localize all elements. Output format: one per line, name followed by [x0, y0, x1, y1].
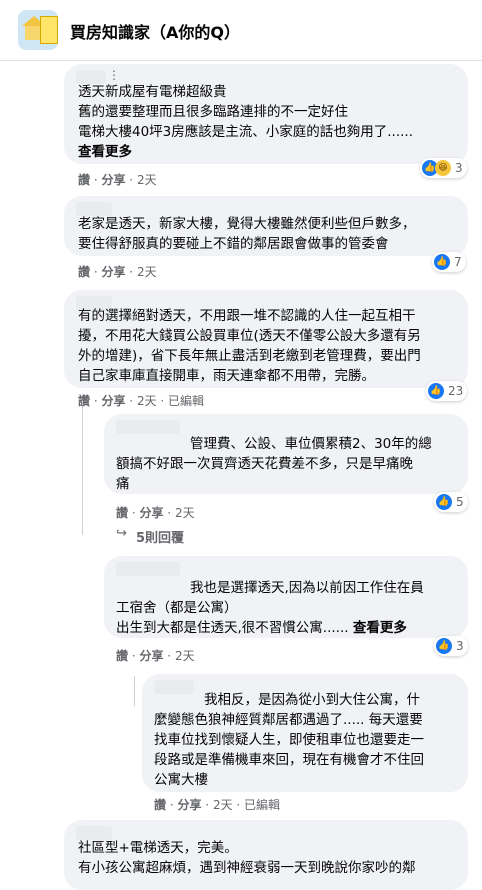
comment-time[interactable]: 2天 [137, 394, 157, 408]
reply-line: 出生到大都是住透天,很不習慣公寓...... 查看更多 [116, 618, 407, 638]
comment-actions: 讚 · 分享 · 2天 · 已編輯 [78, 394, 205, 408]
comment-time[interactable]: 2天 [137, 265, 157, 279]
sign-icon [40, 16, 58, 44]
reply-line: 段路或是準備機車來回，現在有機會才不住回 [154, 752, 424, 768]
reply-line: 痛 [116, 476, 130, 492]
share-button[interactable]: 分享 [139, 506, 163, 520]
comment-line: 老家是透天，新家大樓，覺得大樓雖然便利些但戶數多， [78, 216, 416, 232]
comment-line: 外的增建)，省下長年無止盡活到老繳到老管理費，要出門 [78, 348, 421, 364]
reaction-summary[interactable]: 👍 23 [426, 381, 468, 401]
comment-line: 自己家車庫直接開車，雨天連傘都不用帶，完勝。 [78, 368, 375, 384]
reaction-summary[interactable]: 👍 3 [434, 636, 468, 656]
like-reaction-icon: 👍 [434, 254, 450, 270]
reaction-count: 7 [454, 255, 462, 269]
reaction-count: 3 [455, 161, 463, 175]
group-header: 買房知識家（A你的Q） [0, 0, 482, 61]
comment-line: 要住得舒服真的要碰上不錯的鄰居跟會做事的管委會 [78, 236, 389, 252]
like-button[interactable]: 讚 [78, 265, 90, 279]
reaction-count: 3 [456, 639, 464, 653]
reply-line: 額搞不好跟一次買齊透天花費差不多，只是早痛晚 [116, 456, 413, 472]
share-button[interactable]: 分享 [139, 649, 163, 663]
like-button[interactable]: 讚 [78, 173, 90, 187]
view-replies-link[interactable]: 5則回覆 [136, 527, 184, 546]
reaction-summary[interactable]: 👍 😆 3 [420, 158, 467, 178]
reply-line: 我也是選擇透天,因為以前因工作住在員 [190, 580, 424, 596]
thread-line [82, 405, 83, 535]
share-button[interactable]: 分享 [101, 265, 125, 279]
comment-line: 舊的還要整理而且很多臨路連排的不一定好住 [78, 104, 348, 120]
like-button[interactable]: 讚 [116, 506, 128, 520]
reaction-count: 5 [456, 495, 464, 509]
reply-time[interactable]: 2天 [175, 649, 195, 663]
reply-actions: 讚 · 分享 · 2天 · 已編輯 [154, 798, 281, 812]
reply-actions: 讚 · 分享 · 2天 [116, 649, 195, 663]
like-button[interactable]: 讚 [116, 649, 128, 663]
see-more-link[interactable]: 查看更多 [353, 620, 407, 636]
comment-line: 社區型+電梯透天，完美。 [78, 840, 238, 856]
comment-line: 透天新成屋有電梯超級貴 [78, 84, 227, 100]
edited-label[interactable]: 已編輯 [168, 394, 204, 408]
share-button[interactable]: 分享 [101, 173, 125, 187]
group-avatar[interactable] [18, 10, 58, 50]
like-reaction-icon: 👍 [436, 638, 452, 654]
reply-time[interactable]: 2天 [175, 506, 195, 520]
comment-actions: 讚 · 分享 · 2天 [78, 265, 157, 279]
reaction-count: 23 [448, 384, 464, 398]
reply-line: 麼變態色狼神經質鄰居都遇過了..... 每天還要 [154, 712, 423, 728]
comment-time[interactable]: 2天 [137, 173, 157, 187]
comment-line: 擾，不用花大錢買公設買車位(透天不僅零公設大多還有另 [78, 328, 421, 344]
comment-line: 電梯大樓40坪3房應該是主流、小家庭的話也夠用了...... [78, 124, 414, 140]
reply-line: 我相反，是因為從小到大住公寓，什 [204, 692, 420, 708]
reply-author[interactable] [154, 680, 194, 694]
comment-line: 有小孩公寓超麻煩，遇到神經衰弱一天到晚說你家吵的鄰 [78, 860, 416, 876]
comment-line: 有的選擇絕對透天，不用跟一堆不認識的人住一起互相干 [78, 308, 416, 324]
reply-text: 出生到大都是住透天,很不習慣公寓...... [116, 620, 349, 636]
more-options-icon[interactable]: ⋮ [108, 68, 121, 82]
edited-label[interactable]: 已編輯 [244, 798, 280, 812]
comment-actions: 讚 · 分享 · 2天 [78, 173, 157, 187]
reply-arrow-icon: ↪ [116, 526, 127, 541]
see-more-link[interactable]: 查看更多 [78, 142, 132, 162]
reply-line: 管理費、公設、車位價累積2、30年的總 [190, 436, 432, 452]
reply-line: 找車位找到懷疑人生，即使租車位也還要走一 [154, 732, 424, 748]
like-reaction-icon: 👍 [436, 494, 452, 510]
share-button[interactable]: 分享 [101, 394, 125, 408]
like-reaction-icon: 👍 [428, 383, 444, 399]
reaction-summary[interactable]: 👍 7 [432, 252, 466, 272]
reply-line: 工宿舍（都是公寓） [116, 600, 238, 616]
reaction-summary[interactable]: 👍 5 [434, 492, 468, 512]
group-title[interactable]: 買房知識家（A你的Q） [70, 19, 240, 43]
reply-author[interactable] [116, 420, 180, 434]
share-button[interactable]: 分享 [177, 798, 201, 812]
reply-actions: 讚 · 分享 · 2天 [116, 506, 195, 520]
reply-line: 公寓大樓 [154, 772, 208, 788]
thread-line [134, 676, 135, 706]
reply-author[interactable] [116, 562, 180, 576]
haha-reaction-icon: 😆 [435, 160, 451, 176]
like-button[interactable]: 讚 [154, 798, 166, 812]
like-button[interactable]: 讚 [78, 394, 90, 408]
reply-time[interactable]: 2天 [213, 798, 233, 812]
